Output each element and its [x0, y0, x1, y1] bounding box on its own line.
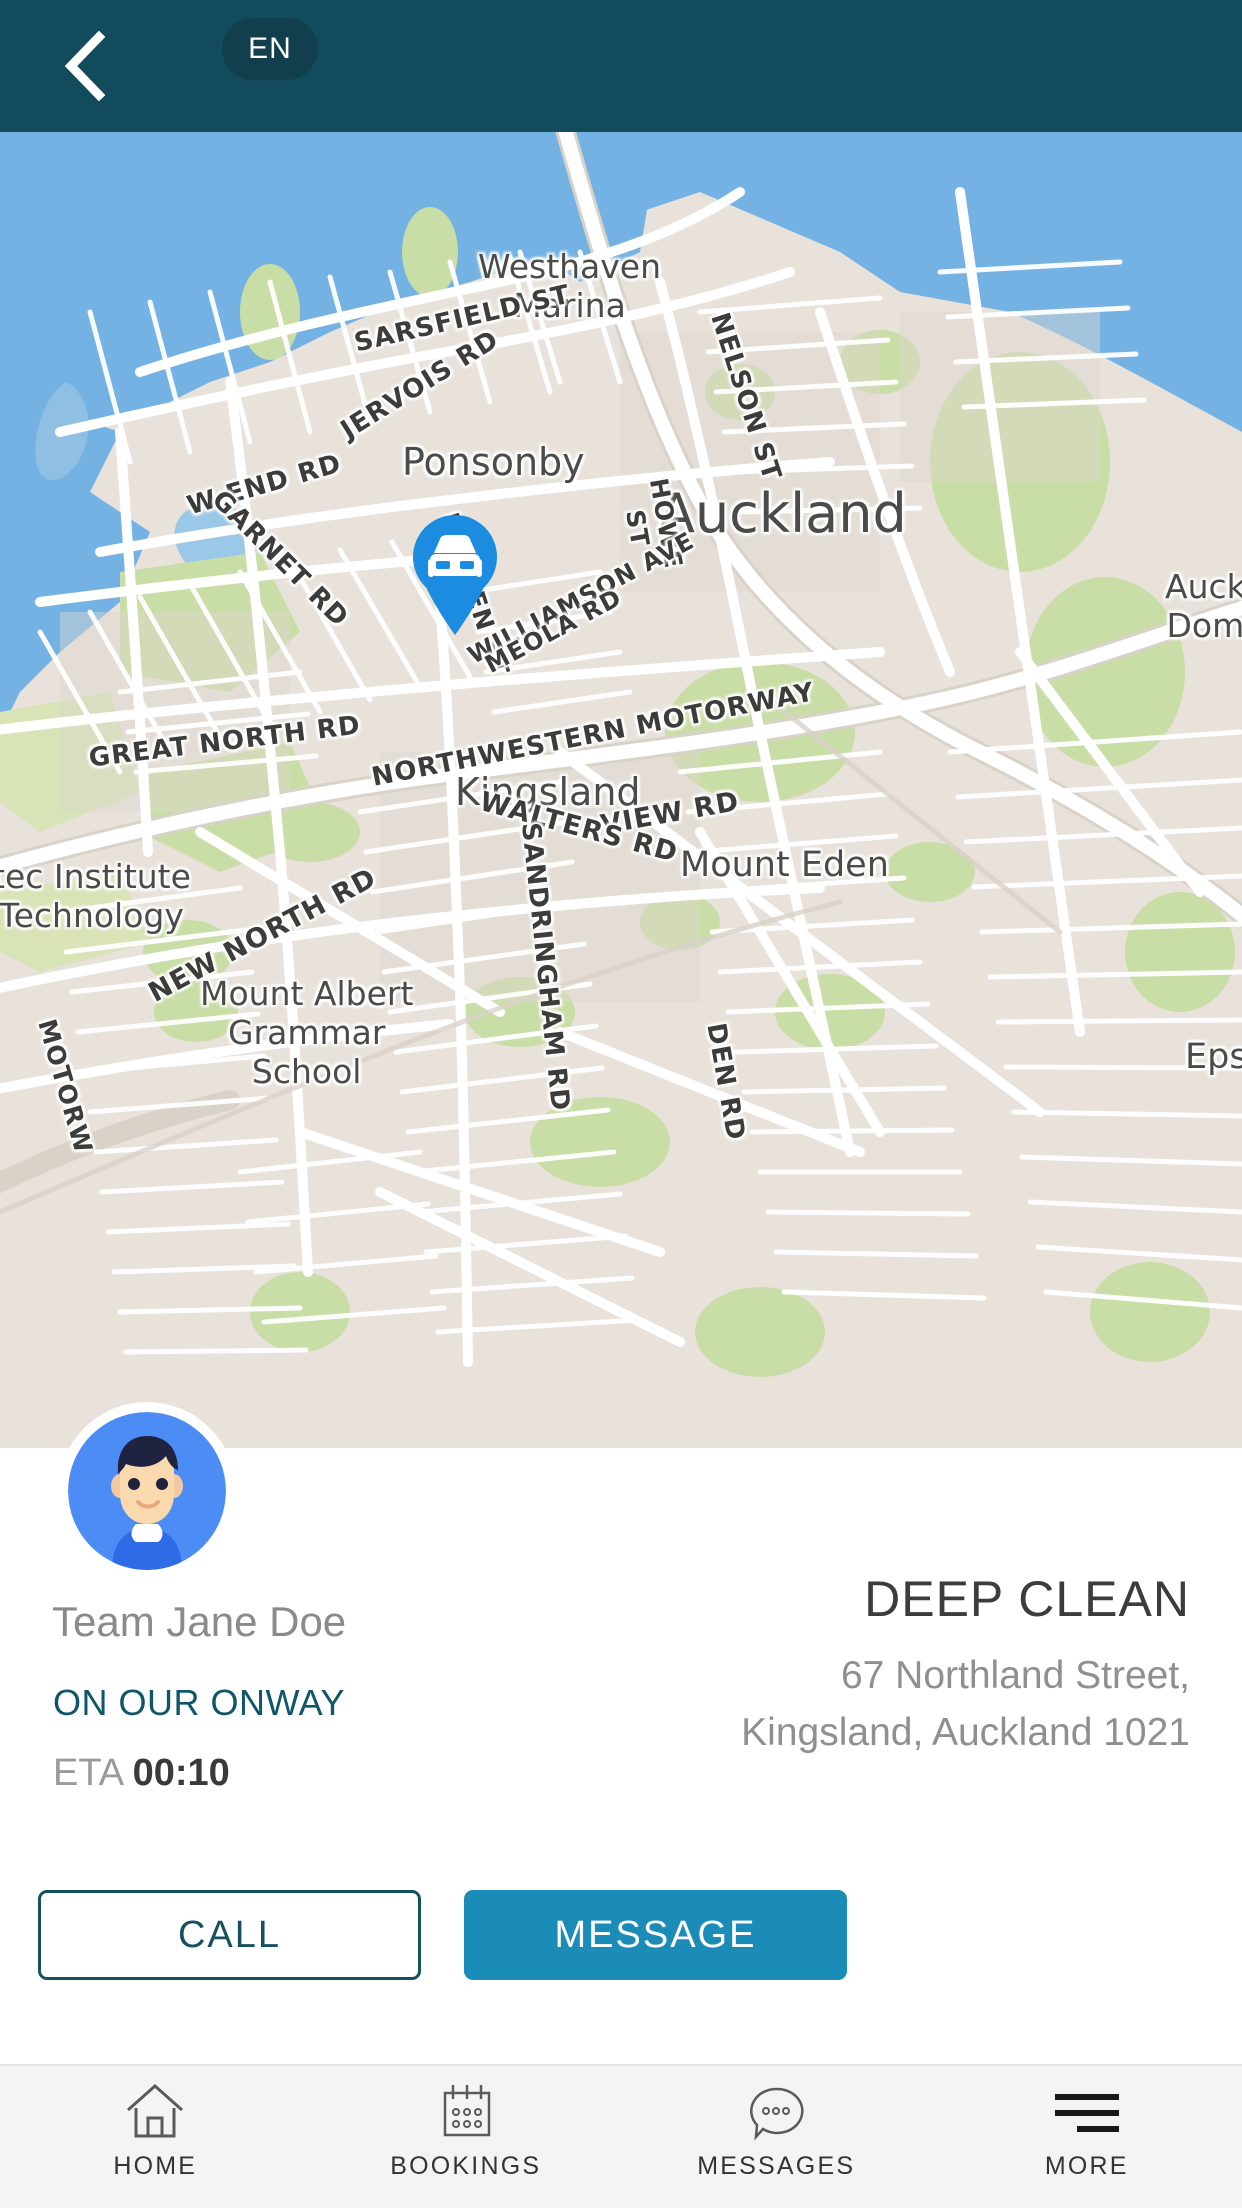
message-button-label: MESSAGE — [554, 1913, 757, 1956]
home-icon — [124, 2080, 186, 2142]
user-avatar-icon — [68, 1412, 226, 1570]
avatar — [58, 1402, 236, 1580]
eta-row: ETA 00:10 — [53, 1752, 230, 1795]
call-button[interactable]: CALL — [38, 1890, 421, 1980]
chevron-left-icon — [63, 31, 107, 101]
language-selector[interactable]: EN — [222, 18, 318, 80]
provider-name: Team Jane Doe — [52, 1598, 347, 1645]
back-button[interactable] — [30, 0, 140, 132]
bottom-navigation: HOME BOOKINGS MESSAGES MORE — [0, 2064, 1242, 2208]
service-address: 67 Northland Street, Kingsland, Auckland… — [741, 1648, 1190, 1761]
status-badge: ON OUR ONWAY — [53, 1682, 345, 1723]
nav-item-messages[interactable]: MESSAGES — [621, 2066, 932, 2208]
nav-label-more: MORE — [1044, 2152, 1129, 2180]
nav-item-home[interactable]: HOME — [0, 2066, 311, 2208]
calendar-icon — [435, 2080, 497, 2142]
eta-value: 00:10 — [132, 1752, 230, 1794]
call-button-label: CALL — [177, 1913, 282, 1956]
nav-item-more[interactable]: MORE — [932, 2066, 1242, 2208]
nav-label-messages: MESSAGES — [697, 2152, 856, 2180]
map-canvas: .rd { stroke:#ffffff; fill:none; stroke-… — [0, 132, 1242, 1448]
car-marker-icon[interactable] — [400, 507, 510, 637]
nav-label-bookings: BOOKINGS — [390, 2152, 542, 2180]
nav-item-bookings[interactable]: BOOKINGS — [311, 2066, 622, 2208]
nav-label-home: HOME — [113, 2152, 198, 2180]
eta-label: ETA — [53, 1752, 122, 1794]
app-header: EN — [0, 0, 1242, 132]
address-line-1: 67 Northland Street, — [840, 1654, 1190, 1697]
language-label: EN — [248, 32, 292, 65]
service-title: DEEP CLEAN — [864, 1571, 1190, 1627]
address-line-2: Kingsland, Auckland 1021 — [741, 1710, 1190, 1754]
hamburger-menu-icon — [1051, 2080, 1123, 2142]
message-button[interactable]: MESSAGE — [464, 1890, 847, 1980]
map-view[interactable]: .rd { stroke:#ffffff; fill:none; stroke-… — [0, 132, 1242, 1448]
chat-bubble-icon — [743, 2080, 809, 2142]
